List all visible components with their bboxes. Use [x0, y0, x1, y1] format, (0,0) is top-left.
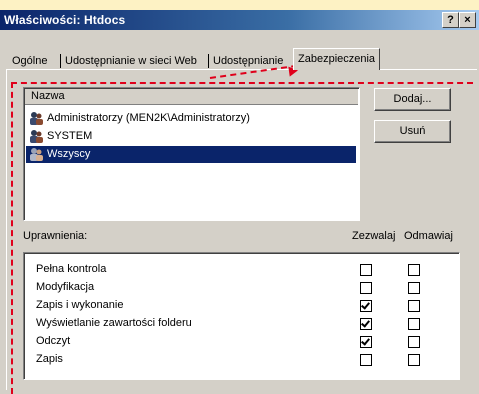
users-group-icon [30, 148, 43, 161]
allow-checkbox[interactable] [360, 318, 372, 330]
list-column-header[interactable]: Nazwa [25, 89, 358, 105]
close-icon: × [464, 14, 471, 26]
tab-web-sharing[interactable]: Udostępnianie w sieci Web [63, 52, 199, 70]
window-title: Właściwości: Htdocs [4, 13, 126, 27]
users-group-icon [30, 112, 43, 125]
deny-checkbox[interactable] [408, 300, 420, 312]
list-item-label: Wszyscy [47, 148, 91, 160]
permissions-label: Uprawnienia: [23, 230, 88, 242]
permission-label: Wyświetlanie zawartości folderu [36, 317, 192, 329]
deny-checkbox[interactable] [408, 354, 420, 366]
list-item-label: Administratorzy (MEN2K\Administratorzy) [47, 112, 250, 124]
permissions-list: Pełna kontrola Modyfikacja Zapis i wykon… [23, 252, 460, 380]
list-item-label: SYSTEM [47, 130, 93, 142]
deny-column-header: Odmawiaj [404, 230, 453, 242]
list-item-selected[interactable]: Wszyscy [26, 146, 356, 163]
tab-general[interactable]: Ogólne [10, 52, 50, 70]
title-bar: Właściwości: Htdocs ? × [0, 10, 479, 30]
list-item[interactable]: SYSTEM [26, 128, 356, 145]
tab-label: Udostępnianie w sieci Web [65, 55, 197, 67]
permission-label: Zapis [36, 353, 63, 365]
tab-separator [208, 54, 209, 68]
tab-label: Ogólne [12, 55, 48, 67]
allow-checkbox[interactable] [360, 354, 372, 366]
tab-security[interactable]: Zabezpieczenia [293, 48, 381, 70]
deny-checkbox[interactable] [408, 336, 420, 348]
deny-checkbox[interactable] [408, 264, 420, 276]
background-strip [0, 0, 479, 10]
users-group-icon [30, 130, 43, 143]
permission-label: Zapis i wykonanie [36, 299, 124, 311]
allow-checkbox[interactable] [360, 282, 372, 294]
allow-checkbox[interactable] [360, 300, 372, 312]
deny-checkbox[interactable] [408, 318, 420, 330]
help-icon: ? [447, 14, 454, 26]
users-list[interactable]: Nazwa Administratorzy (MEN2K\Administrat… [23, 87, 360, 221]
deny-checkbox[interactable] [408, 282, 420, 294]
help-button[interactable]: ? [442, 12, 459, 28]
allow-checkbox[interactable] [360, 264, 372, 276]
column-header-label: Nazwa [31, 90, 65, 102]
close-button[interactable]: × [459, 12, 476, 28]
tab-label: Udostępnianie [213, 55, 284, 67]
allow-column-header: Zezwalaj [352, 230, 396, 242]
permission-label: Pełna kontrola [36, 263, 107, 275]
add-button[interactable]: Dodaj... [374, 88, 451, 111]
list-item[interactable]: Administratorzy (MEN2K\Administratorzy) [26, 110, 356, 127]
permission-label: Modyfikacja [36, 281, 95, 293]
permission-label: Odczyt [36, 335, 71, 347]
remove-button[interactable]: Usuń [374, 120, 451, 143]
tab-label: Zabezpieczenia [298, 53, 376, 65]
allow-checkbox[interactable] [360, 336, 372, 348]
tab-separator [60, 54, 61, 68]
